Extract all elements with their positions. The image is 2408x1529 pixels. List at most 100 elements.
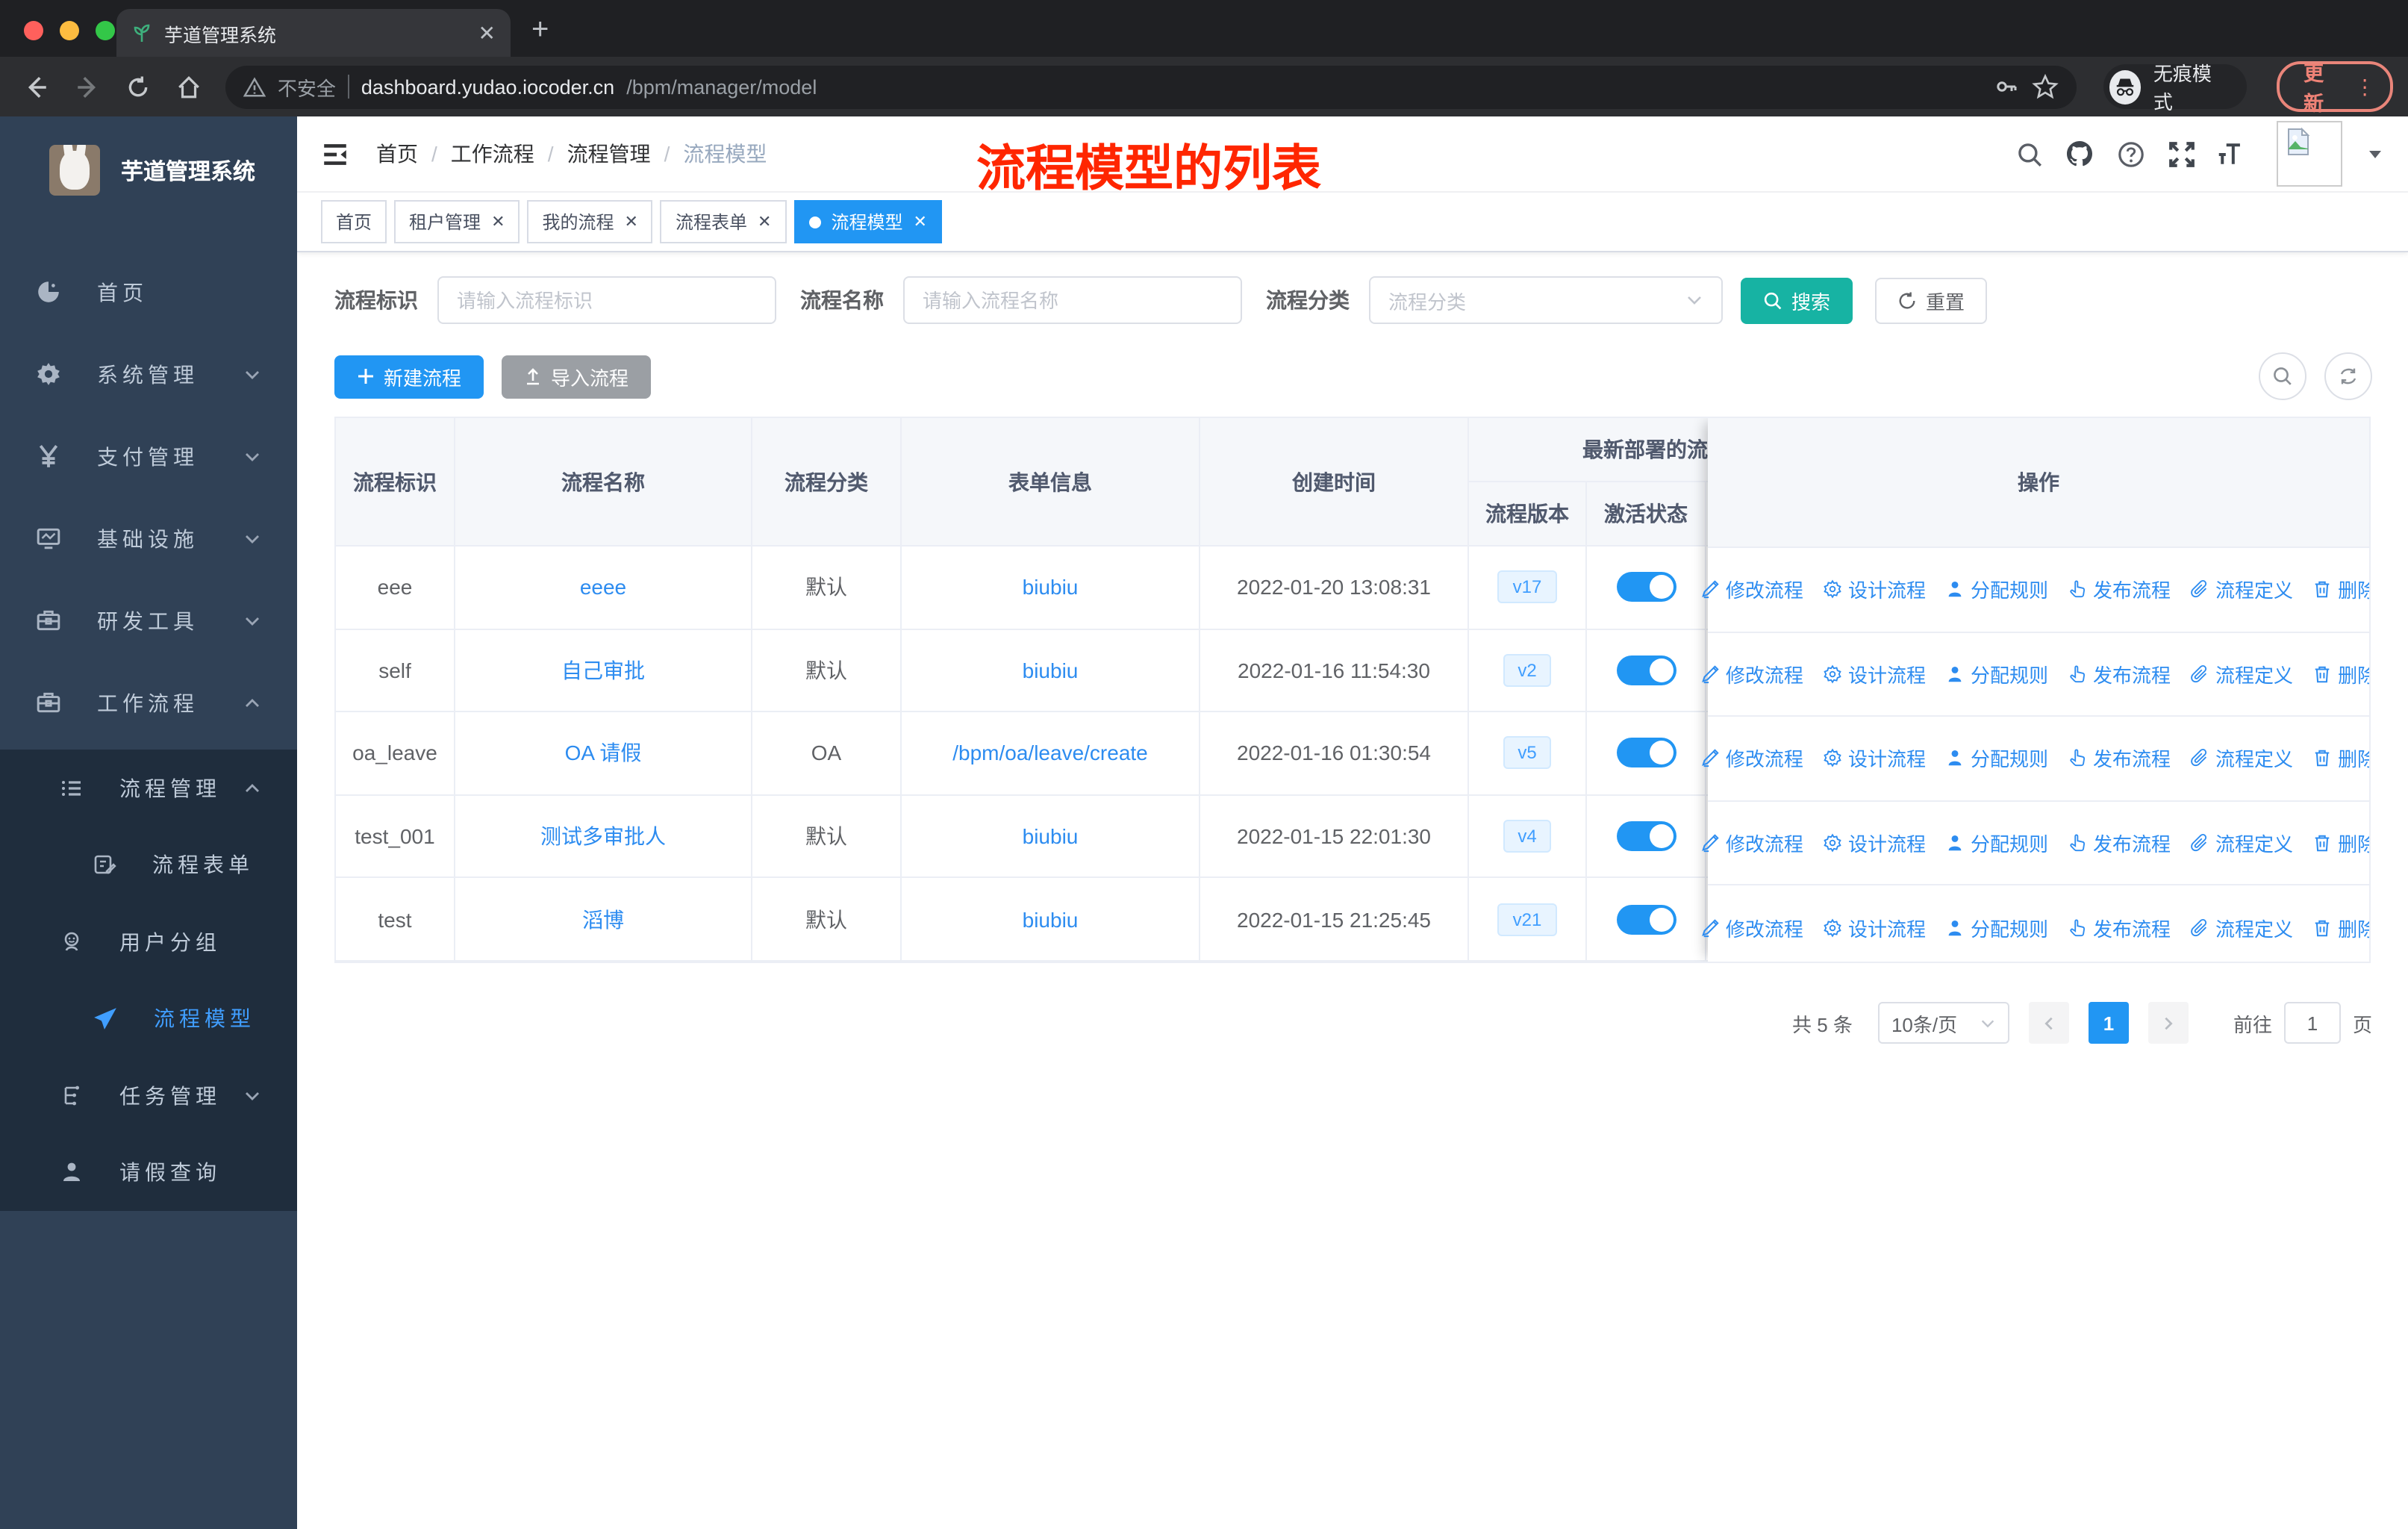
modify-process-link[interactable]: 修改流程 (1700, 829, 1803, 857)
sidebar-item-workflow[interactable]: 工作流程 (0, 661, 297, 744)
sidebar-item-payment[interactable]: 支付管理 (0, 415, 297, 497)
user-avatar[interactable] (2277, 121, 2342, 187)
minimize-window-button[interactable] (60, 21, 79, 40)
active-toggle[interactable] (1616, 572, 1676, 602)
cell-form-link[interactable]: biubiu (1023, 907, 1079, 931)
cell-process-name-link[interactable]: OA 请假 (565, 738, 642, 768)
search-button[interactable]: 搜索 (1741, 277, 1853, 323)
sidebar-item-process-manage[interactable]: 流程管理 (0, 750, 297, 826)
modify-process-link[interactable]: 修改流程 (1700, 913, 1803, 941)
tag-close-icon[interactable]: ✕ (491, 212, 505, 231)
goto-page-input[interactable] (2283, 1002, 2341, 1044)
back-button[interactable] (15, 64, 57, 109)
publish-process-link[interactable]: 发布流程 (2068, 744, 2171, 773)
assign-rule-link[interactable]: 分配规则 (1945, 576, 2048, 604)
process-definition-link[interactable]: 流程定义 (2190, 913, 2293, 941)
process-category-select[interactable]: 流程分类 (1369, 276, 1723, 324)
design-process-link[interactable]: 设计流程 (1823, 576, 1926, 604)
tag-view[interactable]: 流程模型 ✕ (793, 200, 942, 243)
font-size-icon[interactable] (2217, 139, 2247, 169)
assign-rule-link[interactable]: 分配规则 (1945, 913, 2048, 941)
tag-view[interactable]: 流程表单 ✕ (660, 200, 787, 243)
tag-close-icon[interactable]: ✕ (758, 212, 771, 231)
assign-rule-link[interactable]: 分配规则 (1945, 660, 2048, 688)
design-process-link[interactable]: 设计流程 (1823, 660, 1926, 688)
modify-process-link[interactable]: 修改流程 (1700, 744, 1803, 773)
publish-process-link[interactable]: 发布流程 (2068, 660, 2171, 688)
cell-process-name-link[interactable]: 滔博 (582, 904, 624, 934)
sidebar-item-infra[interactable]: 基础设施 (0, 497, 297, 579)
assign-rule-link[interactable]: 分配规则 (1945, 829, 2048, 857)
caret-down-icon[interactable] (2366, 145, 2384, 163)
next-page-button[interactable] (2147, 1002, 2189, 1044)
cell-process-name-link[interactable]: 测试多审批人 (540, 821, 666, 851)
active-toggle[interactable] (1616, 655, 1676, 685)
version-badge[interactable]: v21 (1497, 903, 1557, 936)
security-label[interactable]: 不安全 (278, 72, 336, 101)
help-icon[interactable] (2115, 139, 2145, 169)
process-definition-link[interactable]: 流程定义 (2190, 829, 2293, 857)
tag-close-icon[interactable]: ✕ (625, 212, 638, 231)
delete-link[interactable]: 删除 (2312, 829, 2369, 857)
delete-link[interactable]: 删除 (2312, 660, 2369, 688)
cell-form-link[interactable]: /bpm/oa/leave/create (952, 741, 1148, 765)
password-key-icon[interactable] (1993, 73, 2020, 100)
process-definition-link[interactable]: 流程定义 (2190, 660, 2293, 688)
cell-form-link[interactable]: biubiu (1023, 658, 1079, 682)
show-search-button[interactable] (2259, 352, 2306, 400)
page-size-select[interactable]: 10条/页 (1877, 1002, 2009, 1044)
modify-process-link[interactable]: 修改流程 (1700, 660, 1803, 688)
tag-view[interactable]: 首页 ✕ (321, 200, 387, 243)
tag-close-icon[interactable]: ✕ (913, 212, 926, 231)
tag-view[interactable]: 我的流程 ✕ (527, 200, 653, 243)
active-toggle[interactable] (1616, 738, 1676, 768)
sidebar-item-devtools[interactable]: 研发工具 (0, 579, 297, 661)
page-1-button[interactable]: 1 (2088, 1002, 2129, 1044)
sidebar-item-home[interactable]: 首页 (0, 251, 297, 333)
browser-tab[interactable]: 芋道管理系统 ✕ (116, 9, 511, 57)
version-badge[interactable]: v5 (1503, 736, 1552, 770)
publish-process-link[interactable]: 发布流程 (2068, 913, 2171, 941)
collapse-sidebar-icon[interactable] (321, 140, 349, 168)
bookmark-star-icon[interactable] (2032, 73, 2059, 100)
new-tab-button[interactable]: + (531, 13, 549, 48)
breadcrumb-process-manage[interactable]: 流程管理 (567, 139, 651, 169)
github-icon[interactable] (2065, 139, 2094, 169)
breadcrumb-workflow[interactable]: 工作流程 (451, 139, 534, 169)
create-process-button[interactable]: 新建流程 (334, 355, 484, 398)
process-name-input[interactable] (903, 276, 1242, 324)
browser-update-button[interactable]: 更新 ⋮ (2277, 61, 2394, 115)
design-process-link[interactable]: 设计流程 (1823, 829, 1926, 857)
sidebar-item-process-model[interactable]: 流程模型 (0, 980, 297, 1057)
home-button[interactable] (168, 64, 210, 109)
maximize-window-button[interactable] (96, 21, 115, 40)
design-process-link[interactable]: 设计流程 (1823, 744, 1926, 773)
version-badge[interactable]: v4 (1503, 820, 1552, 853)
tab-close-icon[interactable]: ✕ (478, 22, 496, 43)
active-toggle[interactable] (1616, 821, 1676, 852)
sidebar-item-system[interactable]: 系统管理 (0, 333, 297, 415)
design-process-link[interactable]: 设计流程 (1823, 913, 1926, 941)
process-key-input[interactable] (437, 276, 776, 324)
active-toggle[interactable] (1616, 904, 1676, 935)
forward-button[interactable] (66, 64, 107, 109)
version-badge[interactable]: v2 (1503, 653, 1552, 687)
publish-process-link[interactable]: 发布流程 (2068, 576, 2171, 604)
cell-form-link[interactable]: biubiu (1023, 576, 1079, 600)
breadcrumb-home[interactable]: 首页 (376, 139, 418, 169)
modify-process-link[interactable]: 修改流程 (1700, 576, 1803, 604)
address-bar[interactable]: 不安全 dashboard.yudao.iocoder.cn/bpm/manag… (225, 65, 2077, 108)
process-definition-link[interactable]: 流程定义 (2190, 744, 2293, 773)
reload-button[interactable] (117, 64, 159, 109)
import-process-button[interactable]: 导入流程 (502, 355, 652, 398)
process-definition-link[interactable]: 流程定义 (2190, 576, 2293, 604)
assign-rule-link[interactable]: 分配规则 (1945, 744, 2048, 773)
close-window-button[interactable] (24, 21, 43, 40)
cell-process-name-link[interactable]: 自己审批 (561, 655, 645, 685)
sidebar-item-leave-query[interactable]: 请假查询 (0, 1134, 297, 1211)
sidebar-item-user-group[interactable]: 用户分组 (0, 903, 297, 980)
cell-form-link[interactable]: biubiu (1023, 824, 1079, 848)
search-icon[interactable] (2014, 139, 2044, 169)
delete-link[interactable]: 删除 (2312, 913, 2369, 941)
delete-link[interactable]: 删除 (2312, 744, 2369, 773)
